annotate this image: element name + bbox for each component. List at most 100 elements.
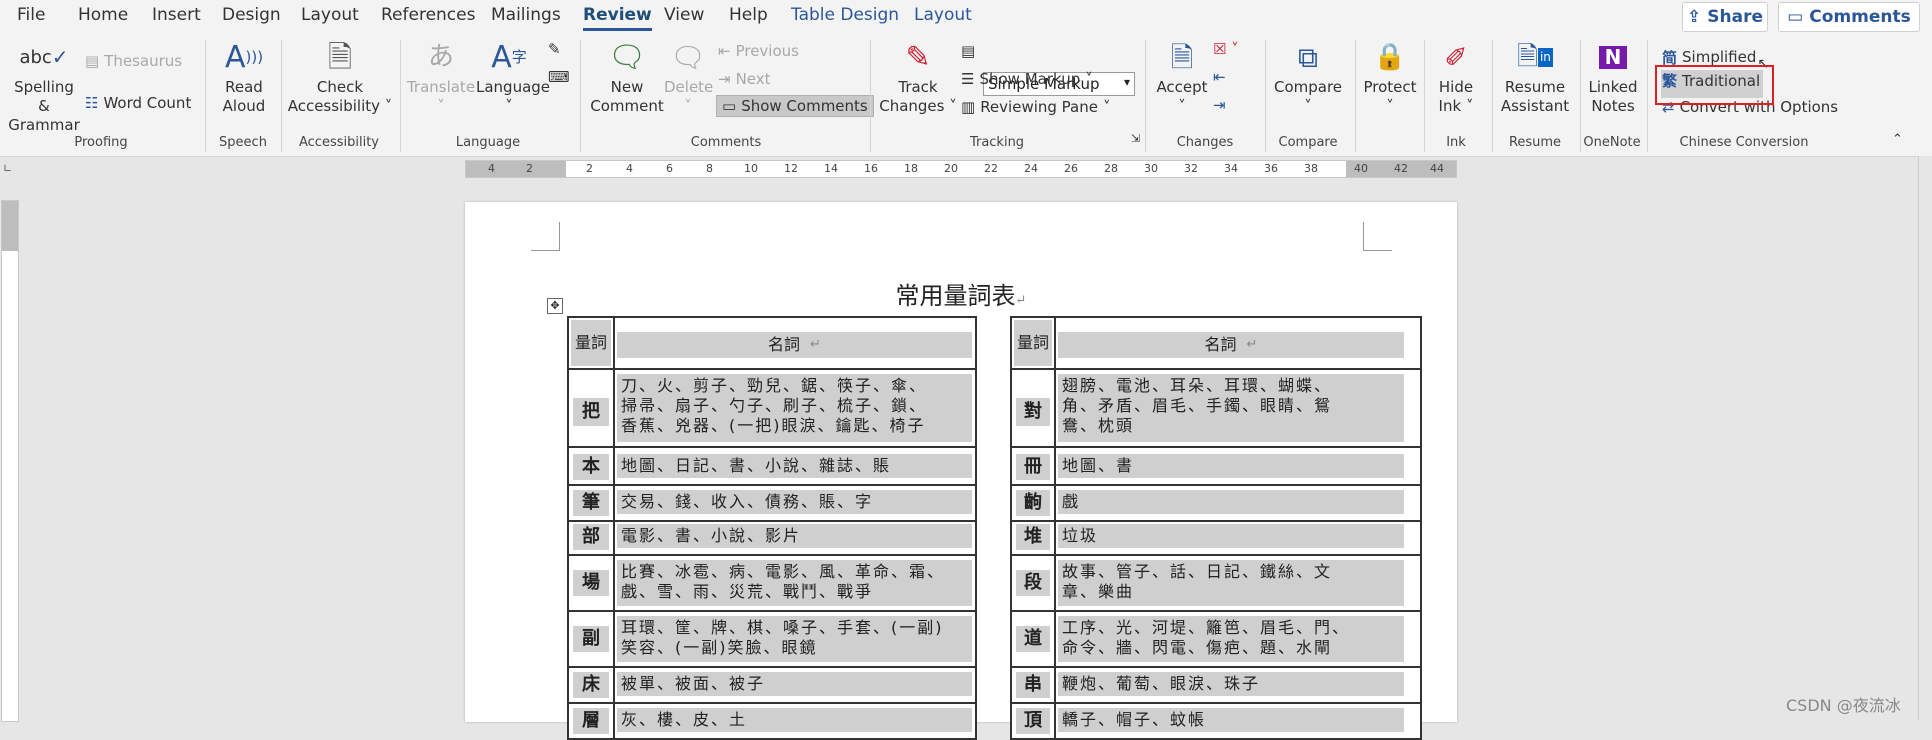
previous-change-icon[interactable]: ⇤ xyxy=(1213,68,1226,86)
noun-cell[interactable]: 垃圾 xyxy=(1058,524,1404,548)
tab-insert[interactable]: Insert xyxy=(152,5,201,25)
measure-cell[interactable]: 齣 xyxy=(1016,490,1050,516)
group-label-proofing: Proofing xyxy=(74,135,128,150)
header-cell-noun[interactable]: 名詞 ↵ xyxy=(1058,332,1404,358)
measure-cell[interactable]: 本 xyxy=(573,454,609,480)
measure-cell[interactable]: 層 xyxy=(573,708,609,734)
measure-cell[interactable]: 把 xyxy=(573,398,609,426)
translate-button[interactable]: あ Translate ˅ xyxy=(406,36,476,116)
previous-comment-button[interactable]: ⇤ Previous xyxy=(718,42,799,60)
table-left[interactable]: 量詞 名詞 ↵ 把 刀、火、剪子、勁兒、鋸、筷子、傘、 掃帚、扇子、勺子、刷子、梳子… xyxy=(567,316,977,740)
next-change-icon[interactable]: ⇥ xyxy=(1213,96,1226,114)
noun-cell[interactable]: 刀、火、剪子、勁兒、鋸、筷子、傘、 掃帚、扇子、勺子、刷子、梳子、鎖、 香蕉、兇器、… xyxy=(617,374,972,442)
group-label-changes: Changes xyxy=(1176,135,1234,150)
new-comment-button[interactable]: 🗨 New Comment xyxy=(587,36,667,116)
tab-home[interactable]: Home xyxy=(78,5,128,25)
language-button[interactable]: A字 Language ˅ xyxy=(476,36,550,116)
measure-cell[interactable]: 對 xyxy=(1016,398,1050,426)
tab-file[interactable]: File xyxy=(17,5,45,25)
show-markup-button[interactable]: ☰ Show Markup ˅ xyxy=(961,70,1093,88)
measure-cell[interactable]: 副 xyxy=(573,626,609,652)
share-button[interactable]: ⇪ Share xyxy=(1682,2,1768,32)
table-right[interactable]: 量詞 名詞 ↵ 對 翅膀、電池、耳朵、耳環、蝴蝶、 角、矛盾、眉毛、手鐲、眼睛、鴛鴦… xyxy=(1010,316,1422,740)
measure-cell[interactable]: 串 xyxy=(1016,672,1050,698)
hide-ink-button[interactable]: ✐ Hide Ink ˅ xyxy=(1430,36,1482,116)
show-comments-icon: ▭ xyxy=(722,97,737,115)
tab-table-layout[interactable]: Layout xyxy=(914,5,972,25)
tab-selector-icon[interactable]: ∟ xyxy=(3,162,15,175)
measure-cell[interactable]: 冊 xyxy=(1016,454,1050,480)
table-move-handle-icon[interactable]: ✥ xyxy=(547,298,563,314)
table-grid-line xyxy=(569,484,975,486)
tab-design[interactable]: Design xyxy=(222,5,281,25)
separator xyxy=(1355,40,1356,152)
separator xyxy=(400,40,401,152)
noun-cell[interactable]: 鞭炮、葡萄、眼淚、珠子 xyxy=(1058,672,1404,696)
header-cell-measure[interactable]: 量詞 xyxy=(1014,320,1052,366)
noun-cell[interactable]: 翅膀、電池、耳朵、耳環、蝴蝶、 角、矛盾、眉毛、手鐲、眼睛、鴛 鴦、枕頭 xyxy=(1058,374,1404,442)
measure-cell[interactable]: 部 xyxy=(573,524,609,550)
tab-review[interactable]: Review xyxy=(583,5,652,31)
measure-cell[interactable]: 段 xyxy=(1016,570,1050,596)
comments-button[interactable]: ▭ Comments xyxy=(1778,2,1920,32)
tab-mailings[interactable]: Mailings xyxy=(491,5,561,25)
accept-button[interactable]: 🗎 Accept ˅ xyxy=(1152,36,1212,116)
noun-cell[interactable]: 戲 xyxy=(1058,490,1404,514)
table-grid-line xyxy=(1012,446,1420,448)
noun-cell[interactable]: 轎子、帽子、蚊帳 xyxy=(1058,708,1404,732)
separator xyxy=(281,40,282,152)
translate-icon: あ xyxy=(427,41,454,72)
header-cell-noun[interactable]: 名詞 ↵ xyxy=(617,332,972,358)
tracking-options-launcher-icon[interactable]: ⇲ xyxy=(1131,132,1140,145)
collapse-ribbon-icon[interactable]: ⌃ xyxy=(1892,132,1903,147)
annotation-highlight-box xyxy=(1655,65,1774,105)
resume-assistant-button[interactable]: 🗎 in Resume Assistant xyxy=(1497,36,1573,116)
thesaurus-button[interactable]: ▤ Thesaurus xyxy=(85,52,182,70)
measure-cell[interactable]: 頂 xyxy=(1016,708,1050,734)
group-label-language: Language xyxy=(455,135,521,150)
read-aloud-button[interactable]: A))) Read Aloud xyxy=(212,36,276,116)
check-accessibility-button[interactable]: 🗎 Check Accessibility ˅ xyxy=(287,36,393,116)
language-option-icon[interactable]: ✎ xyxy=(548,40,561,58)
tab-references[interactable]: References xyxy=(381,5,475,25)
measure-cell[interactable]: 床 xyxy=(573,672,609,698)
next-comment-button[interactable]: ⇥ Next xyxy=(718,70,771,88)
keyboard-icon[interactable]: ⌨ xyxy=(548,68,570,86)
noun-cell[interactable]: 電影、書、小說、影片 xyxy=(617,524,972,548)
protect-button[interactable]: 🔒 Protect ˅ xyxy=(1360,36,1420,116)
track-changes-button[interactable]: ✎ Track Changes ˅ xyxy=(877,36,959,116)
noun-cell[interactable]: 故事、管子、話、日記、鐵絲、文 章、樂曲 xyxy=(1058,560,1404,606)
reject-icon[interactable]: ☒ ˅ xyxy=(1213,40,1239,58)
show-comments-button[interactable]: ▭ Show Comments xyxy=(716,95,874,117)
header-cell-measure[interactable]: 量詞 xyxy=(571,320,611,366)
tab-layout[interactable]: Layout xyxy=(301,5,359,25)
spelling-grammar-button[interactable]: abc ✓ Spelling & Grammar xyxy=(6,36,82,135)
noun-cell[interactable]: 比賽、冰雹、病、電影、風、革命、霜、 戲、雪、雨、災荒、戰鬥、戰爭 xyxy=(617,560,972,606)
noun-cell[interactable]: 地圖、書 xyxy=(1058,454,1404,478)
compare-button[interactable]: ⧉ Compare ˅ xyxy=(1270,36,1346,116)
vertical-scrollbar[interactable] xyxy=(1918,156,1932,720)
group-label-comments: Comments xyxy=(690,135,762,150)
separator xyxy=(1424,40,1425,152)
noun-cell[interactable]: 耳環、筐、牌、棋、嗓子、手套、(一副) 笑容、(一副)笑臉、眼鏡 xyxy=(617,616,972,662)
tab-table-design[interactable]: Table Design xyxy=(791,5,899,25)
measure-cell[interactable]: 場 xyxy=(573,570,609,596)
document-title[interactable]: 常用量詞表↵ xyxy=(465,276,1457,311)
noun-cell[interactable]: 地圖、日記、書、小說、雜誌、賬 xyxy=(617,454,972,478)
measure-cell[interactable]: 堆 xyxy=(1016,524,1050,550)
tab-help[interactable]: Help xyxy=(729,5,768,25)
reviewing-pane-button[interactable]: ▥ Reviewing Pane ˅ xyxy=(961,98,1110,116)
noun-cell[interactable]: 交易、錢、收入、債務、賬、字 xyxy=(617,490,972,514)
delete-comment-button[interactable]: 🗨 Delete ˅ xyxy=(664,36,713,116)
noun-cell[interactable]: 灰、樓、皮、土 xyxy=(617,708,972,732)
measure-cell[interactable]: 筆 xyxy=(573,490,609,516)
chevron-down-icon: ▾ xyxy=(1123,75,1130,89)
tab-view[interactable]: View xyxy=(664,5,704,25)
noun-cell[interactable]: 工序、光、河堤、籬笆、眉毛、門、 命令、牆、閃電、傷疤、題、水閘 xyxy=(1058,616,1404,662)
measure-cell[interactable]: 道 xyxy=(1016,626,1050,652)
linked-notes-button[interactable]: N Linked Notes xyxy=(1584,36,1642,116)
noun-cell[interactable]: 被單、被面、被子 xyxy=(617,672,972,696)
separator xyxy=(1647,40,1648,152)
table-grid-line xyxy=(613,318,615,738)
word-count-button[interactable]: ☷ Word Count xyxy=(85,94,191,112)
